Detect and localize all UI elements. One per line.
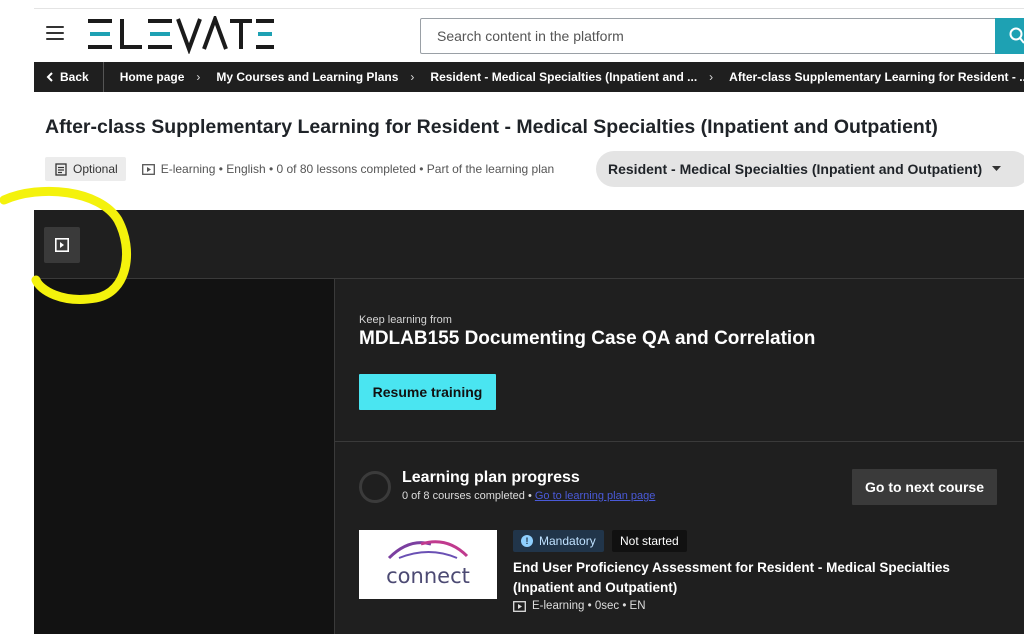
learning-plan-progress-title: Learning plan progress [402, 469, 580, 486]
learning-plan-dropdown[interactable]: Resident - Medical Specialties (Inpatien… [596, 151, 1024, 187]
course-meta-info: E-learning • English • 0 of 80 lessons c… [141, 162, 555, 176]
panel-divider [335, 441, 1024, 442]
next-course-meta-text: E-learning • 0sec • EN [532, 600, 646, 612]
panel-toggle-icon [55, 238, 69, 252]
mandatory-label: Mandatory [539, 534, 596, 548]
play-screen-icon [513, 600, 526, 612]
breadcrumb-item-home[interactable]: Home page [104, 70, 185, 84]
breadcrumb-separator-icon: › [410, 70, 415, 84]
learning-plan-label: Resident - Medical Specialties (Inpatien… [608, 161, 983, 177]
resume-training-button[interactable]: Resume training [359, 374, 496, 410]
chevron-left-icon [46, 72, 53, 82]
thumbnail-text: connect [386, 564, 470, 588]
course-thumbnail[interactable]: connect [359, 530, 497, 599]
back-button[interactable]: Back [34, 62, 104, 92]
optional-badge: Optional [45, 157, 126, 181]
hamburger-menu-icon[interactable] [46, 26, 64, 40]
search-button[interactable] [995, 18, 1024, 54]
play-screen-icon [141, 163, 155, 175]
breadcrumb-item-my-courses[interactable]: My Courses and Learning Plans [200, 70, 398, 84]
progress-count-text: 0 of 8 courses completed • [402, 490, 532, 502]
breadcrumb-separator-icon: › [709, 70, 714, 84]
page-title: After-class Supplementary Learning for R… [45, 116, 938, 138]
keep-learning-label: Keep learning from [359, 314, 452, 326]
search-icon [1009, 27, 1024, 44]
learning-plan-progress-summary: 0 of 8 courses completed • Go to learnin… [402, 490, 655, 502]
caret-down-icon [992, 166, 1002, 171]
next-course-title[interactable]: End User Proficiency Assessment for Resi… [513, 558, 963, 598]
back-label: Back [60, 70, 89, 84]
progress-ring [359, 471, 391, 503]
elevate-logo[interactable] [88, 16, 274, 54]
resume-course-name: MDLAB155 Documenting Case QA and Correla… [359, 328, 816, 349]
sidebar-toggle-button[interactable] [44, 227, 80, 263]
status-badge: Not started [612, 530, 687, 552]
resume-panel: Keep learning from MDLAB155 Documenting … [334, 279, 1024, 634]
course-player: Keep learning from MDLAB155 Documenting … [34, 210, 1024, 634]
breadcrumb-item-learning-plan[interactable]: Resident - Medical Specialties (Inpatien… [414, 70, 697, 84]
next-course-meta: E-learning • 0sec • EN [513, 600, 646, 612]
document-icon [55, 162, 67, 176]
breadcrumb: Back Home page › My Courses and Learning… [34, 62, 1024, 92]
connect-logo-arcs [387, 540, 469, 560]
next-course-button[interactable]: Go to next course [852, 469, 997, 505]
breadcrumb-separator-icon: › [196, 70, 201, 84]
course-meta-text: E-learning • English • 0 of 80 lessons c… [160, 162, 555, 176]
breadcrumb-item-current-course: After-class Supplementary Learning for R… [729, 70, 1024, 84]
info-icon: ! [521, 535, 533, 547]
course-sidebar [34, 279, 334, 634]
site-header [34, 10, 1024, 62]
mandatory-badge: ! Mandatory [513, 530, 604, 552]
learning-plan-page-link[interactable]: Go to learning plan page [535, 490, 655, 502]
course-meta: Optional E-learning • English • 0 of 80 … [45, 156, 554, 182]
search-input[interactable] [420, 18, 996, 54]
optional-label: Optional [73, 162, 118, 176]
browser-top-strip [34, 0, 1024, 10]
